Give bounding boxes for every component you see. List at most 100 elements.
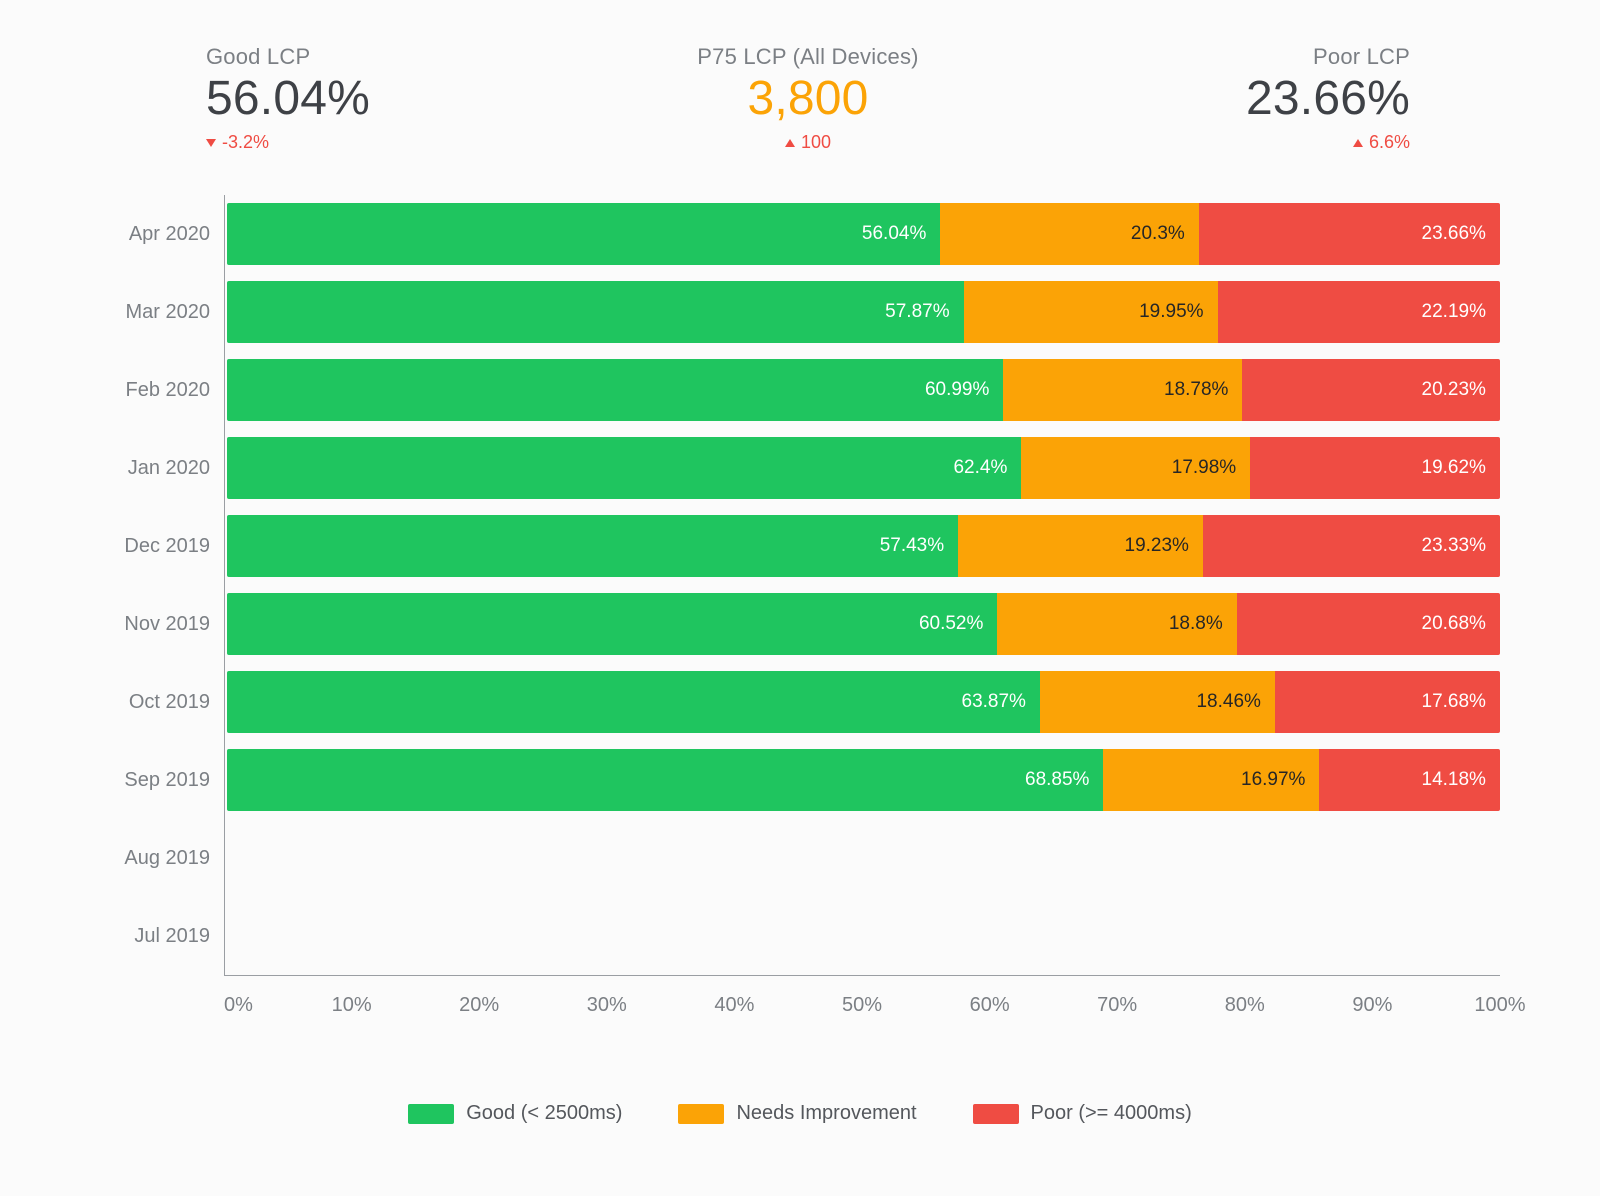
bar-row: 60.99% 18.78% 20.23% <box>225 351 1500 429</box>
bar-row <box>225 897 1500 975</box>
bars-container: 56.04%20.3%23.66%57.87%19.95%22.19%60.99… <box>224 195 1500 975</box>
bar-segment-ni: 18.8% <box>997 593 1236 655</box>
stacked-bar: 57.43%19.23%23.33% <box>227 515 1500 577</box>
stacked-bar: 63.87% 18.46% 17.68% <box>227 671 1500 733</box>
lcp-distribution-chart: Apr 2020Mar 2020Feb 2020Jan 2020Dec 2019… <box>100 195 1500 1125</box>
bar-segment-poor: 20.23% <box>1242 359 1500 421</box>
bar-segment-ni: 18.46% <box>1040 671 1275 733</box>
bar-segment-poor: 23.33% <box>1203 515 1500 577</box>
y-axis-label: Oct 2019 <box>100 663 224 741</box>
bar-segment-good: 57.43% <box>227 515 958 577</box>
bar-segment-value: 60.52% <box>919 613 983 635</box>
bar-segment-value: 19.62% <box>1422 457 1486 479</box>
bar-segment-value: 20.3% <box>1131 223 1185 245</box>
y-axis-label: Jul 2019 <box>100 897 224 975</box>
x-axis: 0%10%20%30%40%50%60%70%80%90%100% <box>224 975 1500 1032</box>
bar-row: 60.52%18.8%20.68% <box>225 585 1500 663</box>
x-axis-tick: 50% <box>842 994 882 1017</box>
arrow-down-icon <box>206 139 216 147</box>
bar-row <box>225 819 1500 897</box>
x-axis-tick: 30% <box>587 994 627 1017</box>
bar-segment-ni: 17.98% <box>1021 437 1250 499</box>
stacked-bar: 60.99% 18.78% 20.23% <box>227 359 1500 421</box>
bar-segment-good: 62.4% <box>227 437 1021 499</box>
bar-segment-value: 18.46% <box>1196 691 1260 713</box>
bar-segment-ni: 20.3% <box>940 203 1198 265</box>
legend-swatch-good <box>408 1104 454 1124</box>
bar-segment-value: 62.4% <box>953 457 1007 479</box>
bar-segment-value: 23.66% <box>1422 223 1486 245</box>
arrow-up-icon <box>785 139 795 147</box>
legend-label-good: Good (< 2500ms) <box>466 1102 622 1125</box>
y-axis-label: Nov 2019 <box>100 585 224 663</box>
bar-segment-ni: 18.78% <box>1003 359 1242 421</box>
bar-segment-good: 63.87% <box>227 671 1040 733</box>
bar-row: 68.85% 16.97% 14.18% <box>225 741 1500 819</box>
kpi-p75-delta-value: 100 <box>801 132 831 153</box>
bar-row: 57.43%19.23%23.33% <box>225 507 1500 585</box>
legend-item-good: Good (< 2500ms) <box>408 1102 622 1125</box>
y-axis-label: Dec 2019 <box>100 507 224 585</box>
x-axis-tick: 40% <box>714 994 754 1017</box>
kpi-good-delta: -3.2% <box>206 132 269 153</box>
kpi-good-value: 56.04% <box>206 74 370 124</box>
legend: Good (< 2500ms) Needs Improvement Poor (… <box>100 1102 1500 1125</box>
legend-item-poor: Poor (>= 4000ms) <box>973 1102 1192 1125</box>
stacked-bar: 60.52%18.8%20.68% <box>227 593 1500 655</box>
bar-segment-value: 20.23% <box>1422 379 1486 401</box>
legend-label-ni: Needs Improvement <box>736 1102 916 1125</box>
bar-row: 56.04%20.3%23.66% <box>225 195 1500 273</box>
kpi-p75-value: 3,800 <box>747 74 868 124</box>
stacked-bar: 56.04%20.3%23.66% <box>227 203 1500 265</box>
y-axis-label: Apr 2020 <box>100 195 224 273</box>
kpi-p75: P75 LCP (All Devices) 3,800 100 <box>697 44 918 153</box>
kpi-poor-value: 23.66% <box>1246 74 1410 124</box>
kpi-good-delta-value: -3.2% <box>222 132 269 153</box>
bar-segment-value: 19.95% <box>1139 301 1203 323</box>
arrow-up-icon <box>1353 139 1363 147</box>
stacked-bar: 57.87% 19.95% 22.19% <box>227 281 1500 343</box>
stacked-bar: 62.4% 17.98% 19.62% <box>227 437 1500 499</box>
kpi-good-label: Good LCP <box>206 44 310 70</box>
plot-area: Apr 2020Mar 2020Feb 2020Jan 2020Dec 2019… <box>100 195 1500 975</box>
legend-swatch-poor <box>973 1104 1019 1124</box>
y-axis-label: Jan 2020 <box>100 429 224 507</box>
stacked-bar: 68.85% 16.97% 14.18% <box>227 749 1500 811</box>
x-axis-tick: 70% <box>1097 994 1137 1017</box>
y-axis-label: Feb 2020 <box>100 351 224 429</box>
x-axis-tick: 80% <box>1225 994 1265 1017</box>
legend-swatch-ni <box>678 1104 724 1124</box>
bar-segment-value: 63.87% <box>962 691 1026 713</box>
x-axis-tick: 60% <box>970 994 1010 1017</box>
bar-segment-good: 60.99% <box>227 359 1003 421</box>
y-axis-label: Aug 2019 <box>100 819 224 897</box>
bar-segment-ni: 19.23% <box>958 515 1203 577</box>
bar-segment-good: 57.87% <box>227 281 964 343</box>
bar-row: 63.87% 18.46% 17.68% <box>225 663 1500 741</box>
bar-segment-value: 68.85% <box>1025 769 1089 791</box>
y-axis-label: Sep 2019 <box>100 741 224 819</box>
bar-segment-value: 22.19% <box>1422 301 1486 323</box>
bar-segment-ni: 19.95% <box>964 281 1218 343</box>
y-axis-label: Mar 2020 <box>100 273 224 351</box>
bar-segment-poor: 17.68% <box>1275 671 1500 733</box>
x-axis-ticks: 0%10%20%30%40%50%60%70%80%90%100% <box>224 976 1500 1032</box>
legend-item-ni: Needs Improvement <box>678 1102 916 1125</box>
bar-segment-value: 60.99% <box>925 379 989 401</box>
legend-label-poor: Poor (>= 4000ms) <box>1031 1102 1192 1125</box>
kpi-poor-delta-value: 6.6% <box>1369 132 1410 153</box>
bar-segment-good: 60.52% <box>227 593 997 655</box>
kpi-poor-delta: 6.6% <box>1353 132 1410 153</box>
bar-segment-value: 18.8% <box>1169 613 1223 635</box>
bar-segment-value: 14.18% <box>1422 769 1486 791</box>
bar-segment-value: 16.97% <box>1241 769 1305 791</box>
bar-segment-value: 17.68% <box>1422 691 1486 713</box>
x-axis-tick: 0% <box>224 994 253 1017</box>
bar-row: 57.87% 19.95% 22.19% <box>225 273 1500 351</box>
y-axis-labels: Apr 2020Mar 2020Feb 2020Jan 2020Dec 2019… <box>100 195 224 975</box>
bar-segment-poor: 23.66% <box>1199 203 1500 265</box>
bar-segment-poor: 22.19% <box>1218 281 1500 343</box>
kpi-poor: Poor LCP 23.66% 6.6% <box>1246 44 1410 153</box>
x-axis-tick: 20% <box>459 994 499 1017</box>
x-axis-tick: 90% <box>1352 994 1392 1017</box>
